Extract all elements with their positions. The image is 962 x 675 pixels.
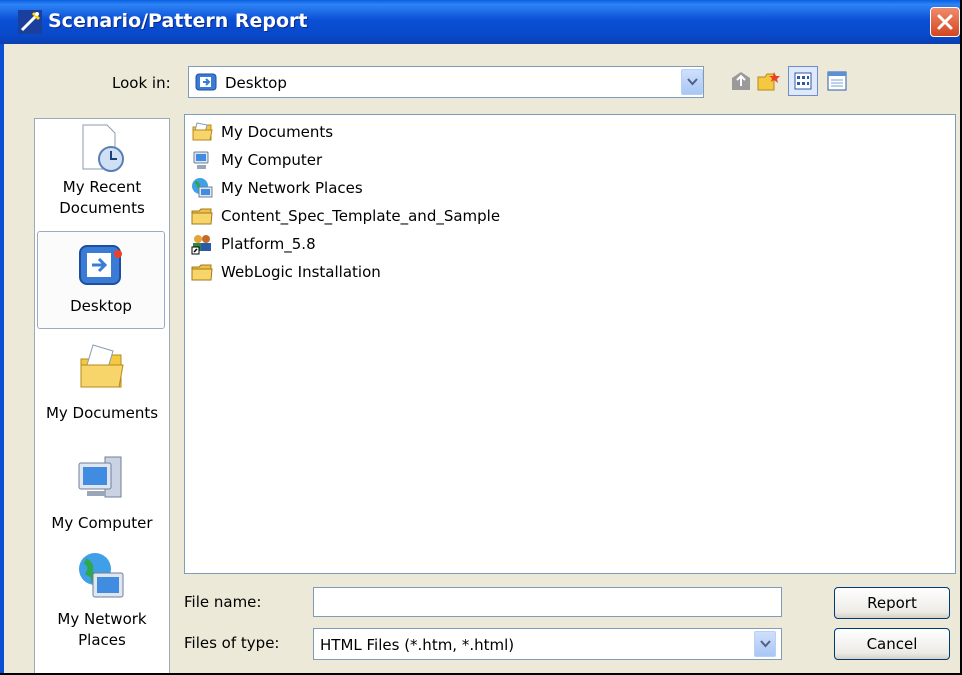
details-view-icon[interactable] (824, 68, 850, 94)
file-name-label: File name: (184, 593, 262, 611)
dialog-window: Scenario/Pattern Report Look in: Desktop (0, 0, 962, 675)
network-places-icon (79, 553, 124, 598)
place-label: My Recent Documents (59, 178, 145, 217)
look-in-value: Desktop (225, 74, 287, 92)
users-shortcut-icon (191, 235, 211, 255)
file-list[interactable]: My Documents My Computer My Network Plac… (184, 114, 956, 574)
look-in-label: Look in: (112, 74, 171, 92)
desktop-icon (79, 245, 122, 285)
view-menu-icon (794, 72, 812, 90)
folder-icon (191, 264, 213, 281)
window-title: Scenario/Pattern Report (48, 10, 308, 32)
place-label: My Network Places (57, 610, 147, 649)
close-icon (937, 14, 953, 30)
recent-documents-icon (82, 124, 124, 172)
file-name-input[interactable] (313, 587, 782, 617)
file-type-value: HTML Files (*.htm, *.html) (320, 636, 515, 654)
close-button[interactable] (930, 7, 960, 37)
places-my-documents[interactable]: My Documents (37, 341, 167, 441)
look-in-select[interactable]: Desktop (188, 66, 704, 98)
file-name: Content_Spec_Template_and_Sample (221, 207, 501, 225)
window-border (0, 44, 4, 673)
places-desktop[interactable]: Desktop (37, 231, 165, 329)
file-name: Platform_5.8 (221, 235, 316, 253)
file-name: My Network Places (221, 179, 363, 197)
place-label: Desktop (70, 297, 132, 315)
title-bar[interactable]: Scenario/Pattern Report (0, 0, 960, 44)
file-name: My Documents (221, 123, 334, 141)
file-type-dropdown-button[interactable] (754, 631, 776, 657)
computer-icon (193, 151, 209, 169)
file-name: WebLogic Installation (221, 263, 381, 281)
desktop-icon (195, 73, 217, 91)
computer-icon (78, 456, 122, 498)
my-documents-icon (80, 344, 124, 388)
new-folder-icon[interactable] (756, 68, 782, 94)
chevron-down-icon (687, 78, 698, 86)
places-my-computer[interactable]: My Computer (37, 453, 167, 553)
file-type-select[interactable]: HTML Files (*.htm, *.html) (313, 628, 782, 660)
my-documents-icon (192, 122, 213, 141)
places-recent-documents[interactable]: My Recent Documents (37, 121, 167, 221)
places-bar: My RecentDocuments Desktop My Documents (34, 118, 170, 673)
view-menu-button[interactable] (788, 66, 818, 96)
up-folder-icon[interactable] (728, 68, 754, 94)
report-button[interactable]: Report (834, 587, 950, 619)
cancel-button[interactable]: Cancel (834, 628, 950, 660)
look-in-dropdown-button[interactable] (681, 69, 703, 95)
chevron-down-icon (760, 640, 771, 648)
place-label: My Documents (45, 404, 159, 422)
folder-icon (191, 208, 213, 225)
network-places-icon (192, 178, 213, 198)
report-wand-icon (18, 10, 42, 34)
places-my-network-places[interactable]: My Network Places (37, 551, 167, 651)
file-type-label: Files of type: (184, 634, 280, 652)
place-label: My Computer (51, 514, 153, 532)
file-name: My Computer (221, 151, 323, 169)
